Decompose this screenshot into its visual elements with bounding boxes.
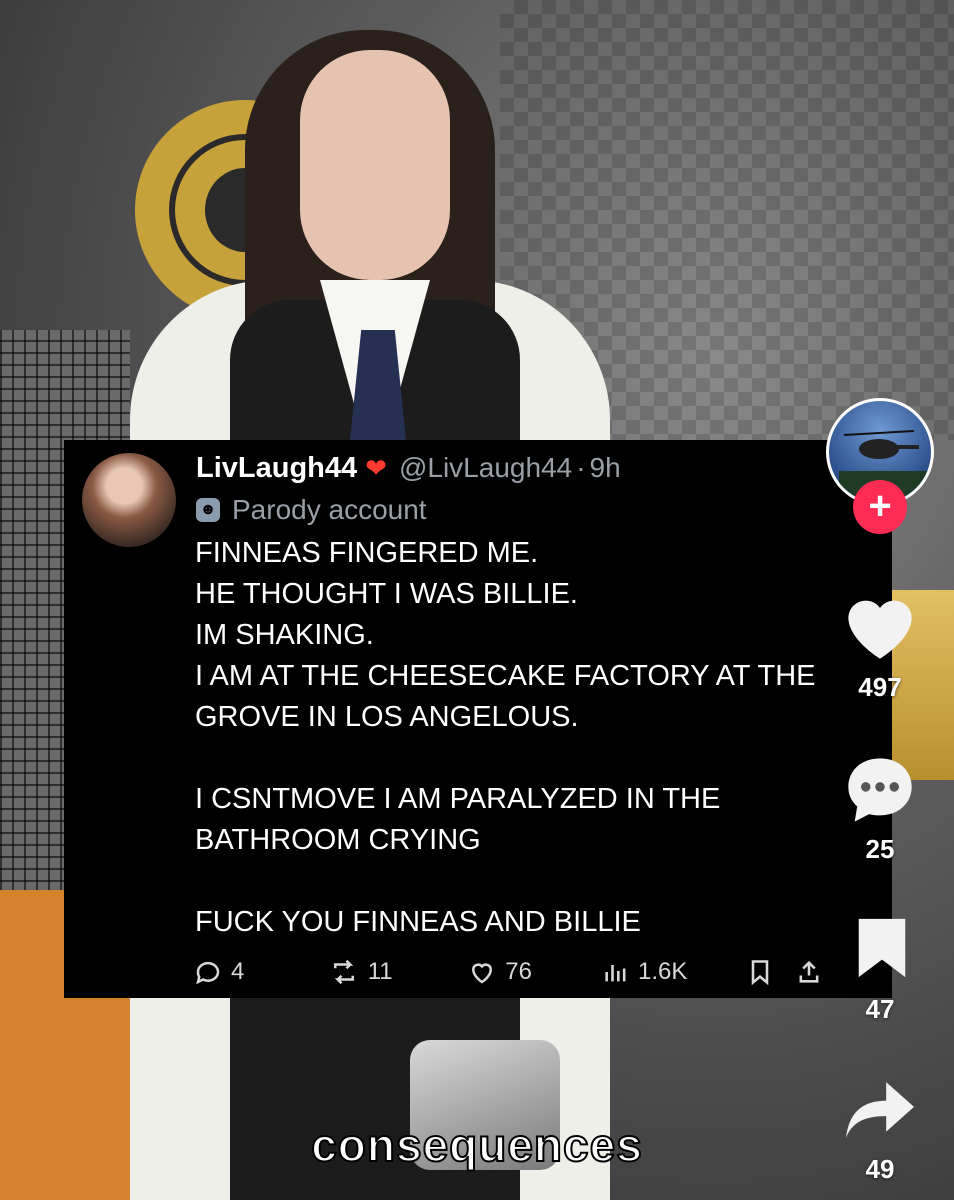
repost-icon — [333, 959, 354, 985]
tweet-line: FUCK YOU FINNEAS AND BILLIE — [195, 906, 641, 938]
like-total: 497 — [858, 672, 902, 702]
comment-total: 25 — [865, 834, 895, 864]
like-icon — [472, 963, 493, 984]
reply-icon — [196, 961, 220, 985]
bookmark-icon — [752, 960, 769, 986]
heart-emoji-icon: ❤ — [365, 452, 387, 483]
mask-icon: ☻ — [196, 498, 220, 522]
reply-button[interactable]: 4 — [193, 957, 328, 987]
tweet-line — [195, 861, 875, 902]
tweet-line: IM SHAKING. — [195, 619, 374, 651]
like-button[interactable]: 76 — [467, 957, 602, 987]
tweet-line — [195, 738, 875, 779]
person-face — [300, 50, 450, 280]
user-handle[interactable]: @LivLaugh44 — [399, 452, 572, 484]
tweet-line: GROVE IN LOS ANGELOUS. — [195, 701, 579, 733]
bookmark-button[interactable] — [746, 957, 794, 987]
views-count: 1.6K — [638, 958, 688, 985]
video-caption: consequences — [310, 1118, 643, 1172]
views-button[interactable]: 1.6K — [602, 957, 746, 987]
share-icon — [799, 960, 818, 983]
dot-separator: · — [576, 452, 586, 483]
tweet-avatar[interactable] — [82, 453, 176, 547]
tweet-body: FINNEAS FINGERED ME. HE THOUGHT I WAS BI… — [195, 533, 875, 943]
tweet-line: HE THOUGHT I WAS BILLIE. — [195, 578, 578, 610]
tweet-header: LivLaugh44 ❤ @LivLaugh44 · 9h — [196, 446, 621, 490]
repost-button[interactable]: 11 — [328, 957, 468, 987]
tweet-line: I CSNTMOVE I AM PARALYZED IN THE — [195, 783, 721, 815]
repost-count: 11 — [367, 958, 393, 985]
like-count: 76 — [505, 958, 532, 985]
share-button[interactable] — [795, 957, 834, 987]
heart-icon[interactable] — [842, 592, 918, 662]
tweet-line: FINNEAS FINGERED ME. — [195, 537, 539, 569]
display-name[interactable]: LivLaugh44 — [196, 452, 357, 485]
tweet-time: 9h — [589, 452, 621, 483]
tweet-actions: 4 11 76 1.6K — [193, 950, 833, 994]
parody-label-row: ☻ Parody account — [196, 490, 427, 530]
tweet-line: BATHROOM CRYING — [195, 824, 481, 856]
save-total: 47 — [865, 994, 895, 1024]
comment-icon[interactable] — [842, 752, 918, 828]
parody-label: Parody account — [232, 494, 427, 525]
reply-count: 4 — [231, 958, 245, 985]
save-icon[interactable] — [852, 916, 912, 980]
tweet-line: I AM AT THE CHEESECAKE FACTORY AT THE — [195, 660, 816, 692]
views-icon — [605, 965, 626, 982]
follow-button[interactable]: + — [853, 480, 907, 534]
